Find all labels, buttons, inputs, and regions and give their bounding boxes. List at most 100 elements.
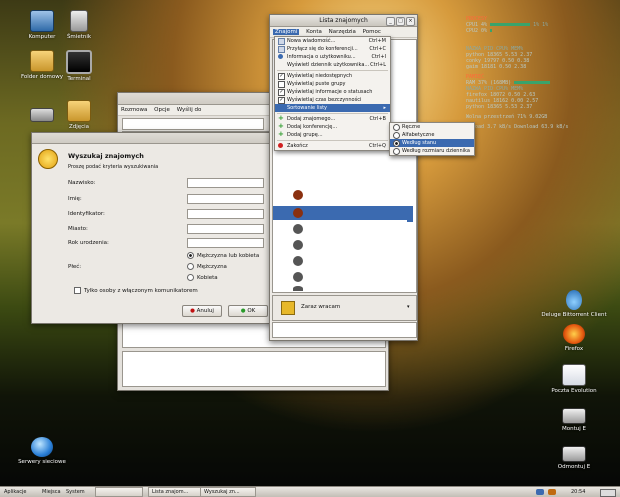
menu-separator bbox=[277, 70, 388, 71]
sort-by-log-size[interactable]: Według rozmiaru dziennika bbox=[390, 147, 474, 155]
menu-opcje[interactable]: Opcje bbox=[154, 107, 170, 113]
menu-narzedzia[interactable]: Narzędzia bbox=[329, 29, 356, 35]
sort-by-status[interactable]: Według stanu bbox=[390, 139, 474, 147]
menu-item-add-buddy[interactable]: + Dodaj znajomego... Ctrl+B bbox=[275, 115, 390, 123]
menu-item-label: Wyświetlaj czas bezczynności bbox=[287, 97, 362, 103]
cancel-button[interactable]: ● Anuluj bbox=[182, 305, 222, 317]
submenu-arrow-icon: ▸ bbox=[383, 105, 386, 111]
gender-male-radio[interactable]: Mężczyzna bbox=[187, 263, 227, 270]
menu-rozmowa[interactable]: Rozmowa bbox=[121, 107, 147, 113]
buddy-offline-icon bbox=[293, 286, 303, 291]
menu-item-quit[interactable]: Zakończ Ctrl+Q bbox=[275, 142, 390, 150]
chevron-down-icon: ▾ bbox=[407, 304, 410, 310]
icon-label: Serwery sieciowe bbox=[18, 459, 66, 465]
sort-submenu[interactable]: Ręczne Alfabetyczne Według stanu Według … bbox=[389, 122, 475, 156]
surname-field[interactable] bbox=[187, 178, 264, 188]
status-selector[interactable]: Zaraz wracam ▾ bbox=[272, 295, 417, 321]
gender-female-label: Kobieta bbox=[197, 275, 218, 281]
unmount-drive-icon[interactable]: Odmontuj E bbox=[541, 446, 607, 470]
birthyear-field[interactable] bbox=[187, 238, 264, 248]
menu-item-show-offline[interactable]: ✓ Wyświetlaj niedostępnych bbox=[275, 72, 390, 80]
conky-net: Upload 3.7 kB/s Download 63.9 kB/s bbox=[466, 124, 569, 130]
sort-manual[interactable]: Ręczne bbox=[390, 123, 474, 131]
menu-item-new-message[interactable]: Nowa wiadomość... Ctrl+M bbox=[275, 37, 390, 45]
menu-item-add-chat[interactable]: + Dodaj konferencję... bbox=[275, 123, 390, 131]
scrollbar-thumb[interactable] bbox=[407, 206, 413, 222]
taskbar: Aplikacje Miejsca System Lista znajom...… bbox=[0, 486, 620, 497]
status-label: Zaraz wracam bbox=[301, 304, 341, 310]
shortcut: Ctrl+B bbox=[369, 116, 386, 122]
menu-separator bbox=[277, 113, 388, 114]
menu-item-add-group[interactable]: + Dodaj grupę... bbox=[275, 131, 390, 139]
checkbox-checked-icon: ✓ bbox=[278, 73, 285, 80]
menu-item-label: Przyłącz się do konferencji... bbox=[287, 46, 358, 52]
ok-label: OK bbox=[247, 308, 256, 314]
ok-icon: ● bbox=[240, 308, 246, 314]
disk-glyph-icon bbox=[562, 408, 586, 424]
close-icon[interactable]: × bbox=[406, 17, 415, 26]
only-online-checkbox[interactable]: Tylko osoby z włączonym komunikatorem bbox=[74, 287, 198, 294]
menu-item-label: Wyświetlaj puste grupy bbox=[287, 81, 346, 87]
menu-item-show-idle-time[interactable]: ✓ Wyświetlaj czas bezczynności bbox=[275, 96, 390, 104]
label-surname: Nazwisko: bbox=[68, 180, 96, 186]
checkbox-icon bbox=[278, 81, 285, 88]
identifier-field[interactable] bbox=[187, 209, 264, 219]
menu-item-user-info[interactable]: Informacja o użytkowniku... Ctrl+I bbox=[275, 53, 390, 61]
gender-female-radio[interactable]: Kobieta bbox=[187, 274, 218, 281]
firefox-icon[interactable]: Firefox bbox=[541, 324, 607, 352]
terminal-glyph-icon bbox=[66, 50, 92, 74]
sort-alphabetical[interactable]: Alfabetyczne bbox=[390, 131, 474, 139]
sort-label: Według stanu bbox=[402, 140, 437, 146]
menu-item-show-status-info[interactable]: ✓ Wyświetlaj informacje o statusach bbox=[275, 88, 390, 96]
sort-label: Według rozmiaru dziennika bbox=[402, 148, 470, 154]
trash-icon[interactable]: Śmietnik bbox=[49, 10, 109, 40]
minimize-icon[interactable]: _ bbox=[386, 17, 395, 26]
radio-off-icon bbox=[187, 274, 194, 281]
shortcut: Ctrl+Q bbox=[368, 143, 386, 149]
znajomi-menu[interactable]: Nowa wiadomość... Ctrl+M Przyłącz się do … bbox=[274, 36, 391, 151]
only-online-label: Tylko osoby z włączonym komunikatorem bbox=[84, 288, 198, 294]
terminal-icon[interactable]: Terminal bbox=[49, 50, 109, 82]
menu-item-label: Wyświetlaj niedostępnych bbox=[287, 73, 353, 79]
buddy-status-icon bbox=[293, 208, 303, 218]
label-birthyear: Rok urodzenia: bbox=[68, 240, 109, 246]
menu-item-join-chat[interactable]: Przyłącz się do konferencji... Ctrl+C bbox=[275, 45, 390, 53]
gender-any-radio[interactable]: Mężczyzna lub kobieta bbox=[187, 252, 259, 259]
icon-label: Montuj E bbox=[562, 426, 586, 432]
cancel-icon: ● bbox=[190, 308, 195, 314]
pictures-folder-icon[interactable]: Zdjęcia bbox=[49, 100, 109, 130]
contact-list-titlebar[interactable]: Lista znajomych _ □ × bbox=[270, 15, 417, 27]
menu-item-label: Dodaj znajomego... bbox=[287, 116, 336, 122]
menu-item-sort-list[interactable]: Sortowanie listy ▸ bbox=[275, 104, 390, 112]
cpu1-bar bbox=[490, 23, 531, 26]
radio-off-icon bbox=[393, 148, 400, 155]
network-servers-icon[interactable]: Serwery sieciowe bbox=[12, 437, 72, 465]
mount-drive-icon[interactable]: Montuj E bbox=[541, 408, 607, 432]
city-field[interactable] bbox=[187, 224, 264, 234]
menu-item-label: Zakończ bbox=[287, 143, 308, 149]
icon-label: Zdjęcia bbox=[68, 124, 90, 130]
status-message-input[interactable] bbox=[272, 322, 417, 338]
trash-glyph-icon bbox=[70, 10, 88, 32]
menu-item-label: Wyświetl dziennik użytkownika... bbox=[287, 62, 370, 68]
maximize-icon[interactable]: □ bbox=[396, 17, 405, 26]
ok-button[interactable]: ● OK bbox=[228, 305, 268, 317]
buddy-status-icon bbox=[293, 190, 303, 200]
evolution-icon[interactable]: Poczta Evolution bbox=[541, 364, 607, 394]
shortcut: Ctrl+C bbox=[369, 46, 386, 52]
menu-konta[interactable]: Konta bbox=[306, 29, 322, 35]
label-city: Miasto: bbox=[68, 226, 88, 232]
search-dialog[interactable]: Wyszukaj znajomych Proszę podać kryteria… bbox=[31, 132, 273, 324]
menu-item-user-log[interactable]: Wyświetl dziennik użytkownika... Ctrl+L bbox=[275, 61, 390, 69]
menu-item-show-empty-groups[interactable]: Wyświetlaj puste grupy bbox=[275, 80, 390, 88]
menu-wyslij[interactable]: Wyślij do bbox=[177, 107, 202, 113]
chat-input[interactable] bbox=[122, 351, 386, 387]
firstname-field[interactable] bbox=[187, 194, 264, 204]
tray-icon[interactable] bbox=[536, 489, 544, 495]
shortcut: Ctrl+I bbox=[371, 54, 386, 60]
menu-znajomi[interactable]: Znajomi bbox=[273, 29, 300, 35]
menu-pomoc[interactable]: Pomoc bbox=[363, 29, 381, 35]
tray-icon[interactable] bbox=[548, 489, 556, 495]
deluge-icon[interactable]: Deluge Bittorrent Client bbox=[541, 290, 607, 318]
search-dialog-titlebar[interactable] bbox=[32, 133, 272, 144]
